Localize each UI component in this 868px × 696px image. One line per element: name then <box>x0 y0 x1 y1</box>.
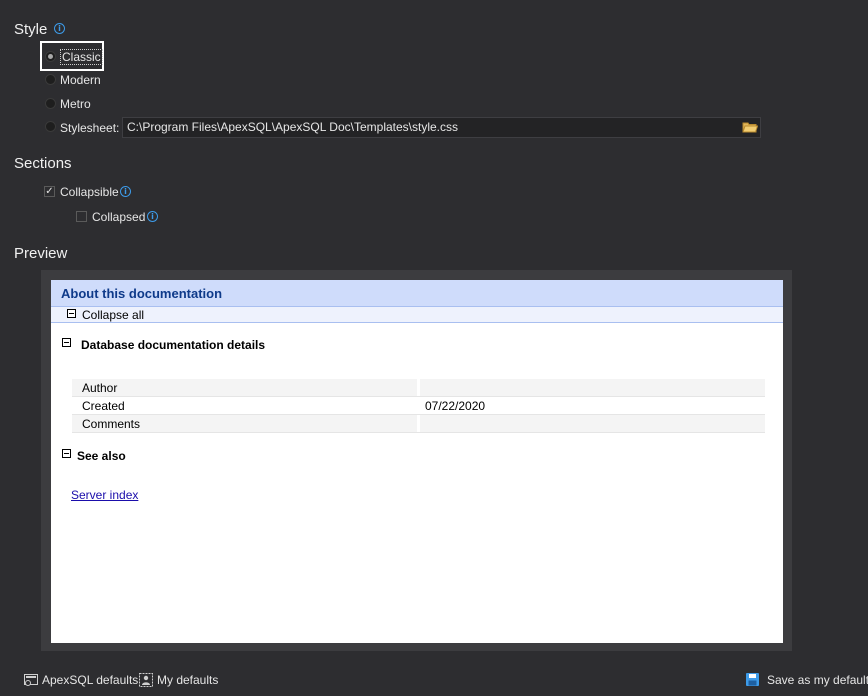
preview-pane: About this documentation Collapse all Da… <box>51 280 783 643</box>
row-created-label: Created <box>82 399 125 413</box>
row-author-label: Author <box>82 381 118 395</box>
save-as-my-defaults-button[interactable]: Save as my defaults <box>767 673 868 687</box>
my-defaults-button[interactable]: My defaults <box>157 673 218 687</box>
collapsible-checkbox[interactable]: ✓ <box>44 186 55 197</box>
collapse-all-label[interactable]: Collapse all <box>82 308 144 322</box>
modern-option-label[interactable]: Modern <box>60 73 101 87</box>
server-index-link[interactable]: Server index <box>71 488 138 502</box>
stylesheet-path-input[interactable]: C:\Program Files\ApexSQL\ApexSQL Doc\Tem… <box>122 117 761 138</box>
see-also-heading: See also <box>77 449 126 463</box>
collapsible-info-icon[interactable]: i <box>120 186 131 197</box>
style-section-title: Style <box>14 21 48 38</box>
collapse-all-toggle-icon[interactable] <box>67 309 76 318</box>
row-created-value: 07/22/2020 <box>425 399 486 413</box>
preview-header-title: About this documentation <box>61 286 223 301</box>
apexsql-defaults-icon[interactable] <box>24 674 38 690</box>
preview-header: About this documentation <box>51 280 783 307</box>
preview-title: Preview <box>14 245 68 262</box>
collapsible-label[interactable]: Collapsible <box>60 185 119 199</box>
my-defaults-icon[interactable] <box>139 673 153 690</box>
classic-radio[interactable] <box>45 51 56 62</box>
metro-radio[interactable] <box>45 98 56 109</box>
stylesheet-option-label[interactable]: Stylesheet: <box>60 121 119 135</box>
stylesheet-radio[interactable] <box>45 121 56 132</box>
classic-option-label[interactable]: Classic <box>60 49 103 65</box>
details-toggle-icon[interactable] <box>62 338 71 347</box>
collapse-all-bar: Collapse all <box>51 306 783 323</box>
table-row: Comments <box>72 415 765 433</box>
metro-option-label[interactable]: Metro <box>60 97 91 111</box>
table-row: Author <box>72 379 765 397</box>
collapsed-info-icon[interactable]: i <box>147 211 158 222</box>
collapsed-checkbox[interactable] <box>76 211 87 222</box>
details-heading: Database documentation details <box>81 338 266 352</box>
style-info-icon[interactable]: i <box>54 23 65 34</box>
row-comments-label: Comments <box>82 417 141 431</box>
apexsql-defaults-button[interactable]: ApexSQL defaults <box>42 673 138 687</box>
table-row: Created 07/22/2020 <box>72 397 765 415</box>
save-icon[interactable] <box>746 673 759 689</box>
stylesheet-path-value: C:\Program Files\ApexSQL\ApexSQL Doc\Tem… <box>127 120 459 134</box>
collapsed-label[interactable]: Collapsed <box>92 210 145 224</box>
browse-folder-icon[interactable] <box>742 121 758 134</box>
sections-title: Sections <box>14 155 72 172</box>
see-also-toggle-icon[interactable] <box>62 449 71 458</box>
modern-radio[interactable] <box>45 74 56 85</box>
